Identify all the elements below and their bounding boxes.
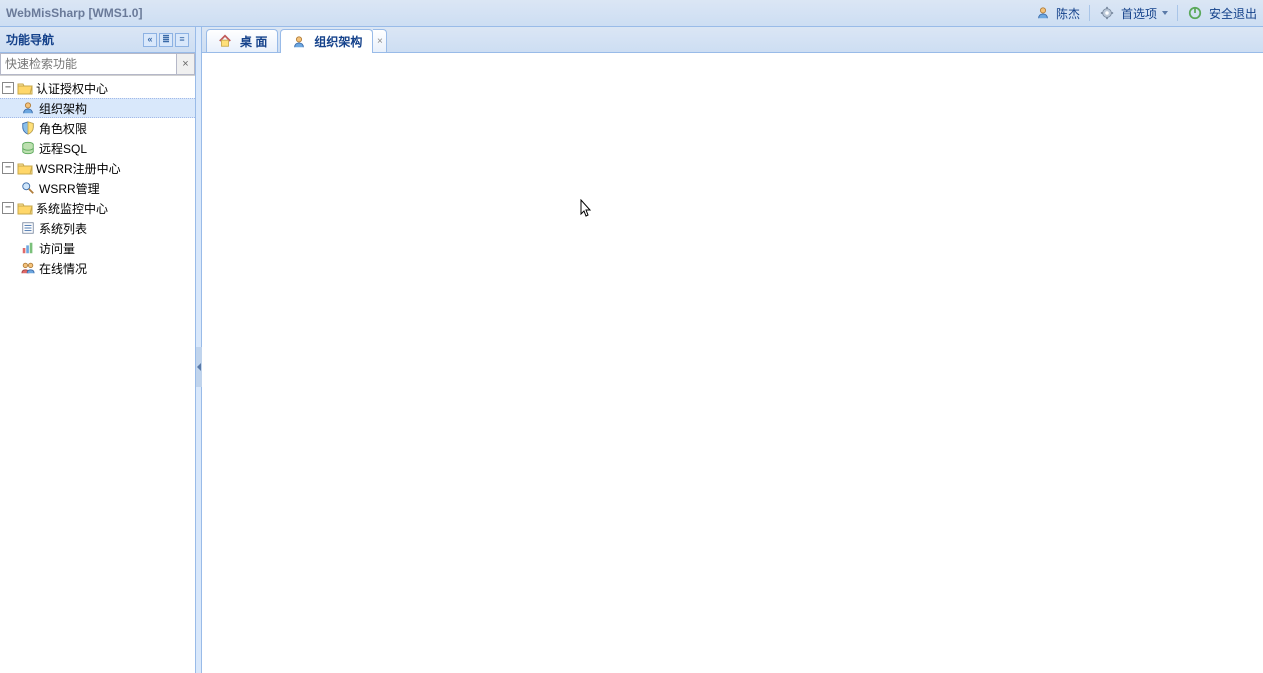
- sidebar-search: ×: [0, 53, 195, 76]
- tree-label: 组织架构: [39, 100, 87, 117]
- logout-button[interactable]: 安全退出: [1187, 5, 1257, 22]
- content-area: 桌 面 组织架构 ×: [202, 27, 1263, 673]
- tree-item-visits[interactable]: 访问量: [0, 238, 195, 258]
- app-title: WebMisSharp [WMS1.0]: [6, 6, 1036, 20]
- database-icon: [20, 140, 36, 156]
- tab-label: 组织架构: [314, 33, 362, 50]
- search-input[interactable]: [0, 53, 177, 75]
- power-icon: [1187, 5, 1203, 21]
- tree-item-org-structure[interactable]: 组织架构: [0, 98, 195, 118]
- app-titlebar: WebMisSharp [WMS1.0] 陈杰 首选项 安全退出: [0, 0, 1263, 27]
- logout-label: 安全退出: [1209, 5, 1257, 22]
- collapse-all-icon[interactable]: ≡: [175, 33, 189, 47]
- user-icon: [20, 100, 36, 116]
- tree-label: WSRR注册中心: [36, 160, 121, 177]
- tree-label: 系统列表: [39, 220, 87, 237]
- bar-chart-icon: [20, 240, 36, 256]
- separator: [1177, 5, 1178, 21]
- tab-close-button[interactable]: ×: [373, 29, 387, 52]
- preferences-button[interactable]: 首选项: [1099, 5, 1168, 22]
- tree-folder-monitor-center[interactable]: − 系统监控中心: [0, 198, 195, 218]
- tab-org-structure[interactable]: 组织架构: [280, 29, 373, 53]
- tree-label: 认证授权中心: [36, 80, 108, 97]
- user-info[interactable]: 陈杰: [1036, 5, 1080, 22]
- tree-collapse-icon[interactable]: −: [2, 202, 14, 214]
- tree-label: WSRR管理: [39, 180, 100, 197]
- collapse-left-icon[interactable]: «: [143, 33, 157, 47]
- magnify-icon: [20, 180, 36, 196]
- sidebar-header: 功能导航 « ≣ ≡: [0, 27, 195, 53]
- sidebar: 功能导航 « ≣ ≡ × − 认证授权中心 组织架构 角色权: [0, 27, 196, 673]
- tree-item-remote-sql[interactable]: 远程SQL: [0, 138, 195, 158]
- tree-item-wsrr-manage[interactable]: WSRR管理: [0, 178, 195, 198]
- close-icon: ×: [377, 36, 383, 47]
- clear-search-icon[interactable]: ×: [177, 53, 195, 75]
- shield-icon: [20, 120, 36, 136]
- tree-collapse-icon[interactable]: −: [2, 162, 14, 174]
- tree-collapse-icon[interactable]: −: [2, 82, 14, 94]
- tree-item-system-list[interactable]: 系统列表: [0, 218, 195, 238]
- tabstrip: 桌 面 组织架构 ×: [202, 27, 1263, 53]
- tree-label: 角色权限: [39, 120, 87, 137]
- nav-tree: − 认证授权中心 组织架构 角色权限 远程SQL −: [0, 76, 195, 673]
- tree-item-role-permission[interactable]: 角色权限: [0, 118, 195, 138]
- user-name: 陈杰: [1056, 5, 1080, 22]
- home-icon: [217, 33, 233, 49]
- tree-folder-auth-center[interactable]: − 认证授权中心: [0, 78, 195, 98]
- tab-content: [202, 53, 1263, 673]
- tree-label: 在线情况: [39, 260, 87, 277]
- user-icon: [1036, 6, 1050, 20]
- sidebar-title: 功能导航: [6, 31, 141, 48]
- tree-folder-wsrr-center[interactable]: − WSRR注册中心: [0, 158, 195, 178]
- tree-label: 远程SQL: [39, 140, 87, 157]
- tab-desktop[interactable]: 桌 面: [206, 29, 278, 52]
- people-icon: [20, 260, 36, 276]
- list-icon: [20, 220, 36, 236]
- folder-open-icon: [17, 160, 33, 176]
- preferences-label: 首选项: [1121, 5, 1157, 22]
- main-layout: 功能导航 « ≣ ≡ × − 认证授权中心 组织架构 角色权: [0, 27, 1263, 673]
- tab-label: 桌 面: [240, 33, 267, 50]
- tree-label: 访问量: [39, 240, 75, 257]
- topbar-tools: 陈杰 首选项 安全退出: [1036, 5, 1257, 22]
- user-icon: [291, 34, 307, 50]
- expand-all-icon[interactable]: ≣: [159, 33, 173, 47]
- folder-open-icon: [17, 200, 33, 216]
- tree-label: 系统监控中心: [36, 200, 108, 217]
- separator: [1089, 5, 1090, 21]
- chevron-down-icon: [1162, 11, 1168, 15]
- gear-icon: [1099, 5, 1115, 21]
- tree-item-online-status[interactable]: 在线情况: [0, 258, 195, 278]
- folder-open-icon: [17, 80, 33, 96]
- cursor-icon: [580, 199, 594, 224]
